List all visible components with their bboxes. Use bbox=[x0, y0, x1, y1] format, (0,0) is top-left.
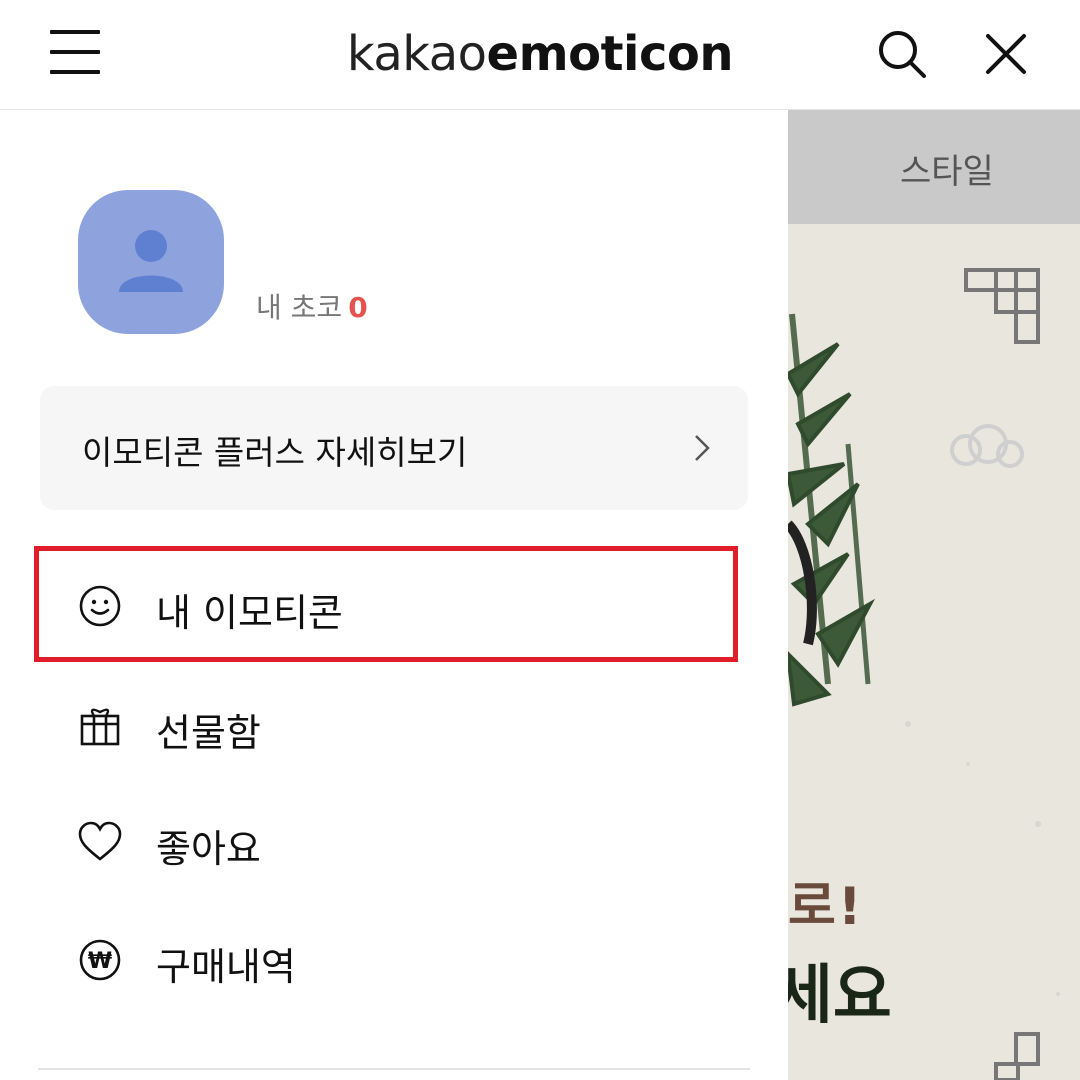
search-icon[interactable] bbox=[876, 28, 928, 80]
chevron-right-icon bbox=[695, 435, 710, 461]
side-drawer: 내 초코 0 이모티콘 플러스 자세히보기 내 이모티콘 선물함 좋아요 ₩ 구… bbox=[0, 110, 788, 1080]
background-page: 스타일 로! 세요 bbox=[788, 110, 1080, 1080]
menu-likes-label: 좋아요 bbox=[156, 827, 261, 871]
background-banner[interactable]: 로! 세요 bbox=[788, 224, 1080, 1080]
emoticon-plus-label: 이모티콘 플러스 자세히보기 bbox=[82, 433, 468, 472]
logo-kakao-text: kakao bbox=[346, 26, 487, 82]
svg-text:₩: ₩ bbox=[88, 949, 112, 974]
gift-icon bbox=[80, 708, 120, 746]
heart-icon bbox=[78, 821, 122, 861]
won-icon: ₩ bbox=[79, 939, 121, 981]
choco-count: 0 bbox=[348, 291, 368, 324]
app-header: kakaoemoticon bbox=[0, 0, 1080, 110]
menu-likes[interactable]: 좋아요 bbox=[40, 786, 748, 896]
logo-emoticon-text: emoticon bbox=[486, 26, 734, 82]
tab-style[interactable]: 스타일 bbox=[900, 144, 994, 193]
menu-gift-box[interactable]: 선물함 bbox=[40, 670, 748, 780]
person-icon bbox=[119, 230, 183, 292]
emoticon-plus-banner[interactable]: 이모티콘 플러스 자세히보기 bbox=[40, 386, 748, 510]
banner-text-2: 세요 bbox=[788, 959, 892, 1033]
menu-gift-box-label: 선물함 bbox=[156, 711, 261, 755]
avatar[interactable] bbox=[78, 190, 224, 334]
highlight-box bbox=[34, 546, 738, 662]
background-tab-bar: 스타일 bbox=[788, 110, 1080, 225]
banner-text-1: 로! bbox=[788, 877, 864, 937]
menu-purchase-history-label: 구매내역 bbox=[156, 945, 296, 989]
choco-label: 내 초코 bbox=[256, 291, 343, 324]
close-icon[interactable] bbox=[980, 28, 1032, 80]
choco-balance[interactable]: 내 초코 0 bbox=[256, 286, 368, 326]
menu-purchase-history[interactable]: ₩ 구매내역 bbox=[40, 904, 748, 1014]
drawer-divider bbox=[38, 1068, 750, 1070]
